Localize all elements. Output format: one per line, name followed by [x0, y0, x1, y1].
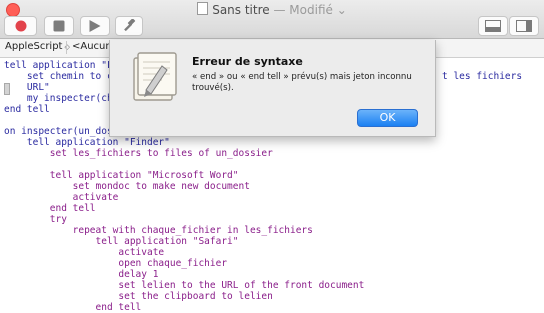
compile-button[interactable]: [115, 16, 143, 36]
code-line-13: activate: [4, 192, 119, 203]
code-line-8: tell application "Finder": [4, 137, 170, 148]
code-line-1: tell application "F: [4, 60, 113, 71]
code-line-18: activate: [4, 247, 165, 258]
code-line-23: end tell: [4, 302, 142, 313]
dialog-message: « end » ou « end tell » prévu(s) mais je…: [192, 72, 412, 93]
window-title: Sans titre — Modifié ⌄: [0, 2, 544, 17]
modified-label: — Modifié: [273, 3, 333, 17]
code-line-22: set the clipboard to lelien: [4, 291, 273, 302]
layout-split-button[interactable]: [478, 16, 508, 36]
record-icon: [15, 20, 26, 32]
code-line-7: on inspecter(un_dos: [4, 126, 113, 137]
language-label: AppleScript: [5, 41, 63, 52]
syntax-error-dialog: Erreur de syntaxe « end » ou « end tell …: [109, 40, 436, 137]
code-line-14: end tell: [4, 203, 96, 214]
code-line-20: delay 1: [4, 269, 159, 280]
split-view-icon: [485, 20, 501, 32]
run-icon: [89, 20, 101, 32]
code-line-17: tell application "Safari": [4, 236, 239, 247]
window-title-text: Sans titre: [212, 3, 270, 17]
ok-button[interactable]: OK: [357, 109, 418, 127]
code-line-3: URL": [4, 82, 50, 93]
stop-icon: [53, 20, 65, 32]
code-line-9: set les_fichiers to files of un_dossier: [4, 148, 273, 159]
code-line-12: set mondoc to make new document: [4, 181, 250, 192]
code-line-15: try: [4, 214, 67, 225]
code-line-19: open chaque_fichier: [4, 258, 228, 269]
code-line-21: set lelien to the URL of the front docum…: [4, 280, 365, 291]
navbar-divider: [66, 41, 67, 54]
run-button[interactable]: [80, 16, 110, 36]
layout-sidebar-button[interactable]: [509, 16, 539, 36]
window-titlebar: Sans titre — Modifié ⌄: [0, 0, 544, 39]
hammer-icon: [124, 19, 136, 32]
code-line-16: repeat with chaque_fichier in les_fichie…: [4, 225, 313, 236]
code-line-4: my inspecter(ch: [4, 93, 113, 104]
document-icon: [197, 2, 209, 15]
code-line-5: end tell: [4, 104, 50, 115]
sidebar-icon: [516, 20, 532, 32]
error-marker: [4, 83, 10, 95]
stop-button[interactable]: [44, 16, 74, 36]
title-chevron-icon[interactable]: ⌄: [337, 3, 347, 17]
code-line-2-overflow: t les fichiers: [442, 71, 523, 82]
dialog-title: Erreur de syntaxe: [192, 55, 303, 68]
script-editor-icon: [133, 52, 177, 101]
language-selector[interactable]: AppleScript ◇: [5, 41, 70, 52]
code-line-11: tell application "Microsoft Word": [4, 170, 239, 181]
record-button[interactable]: [4, 16, 37, 36]
code-line-2: set chemin to c: [4, 71, 113, 82]
